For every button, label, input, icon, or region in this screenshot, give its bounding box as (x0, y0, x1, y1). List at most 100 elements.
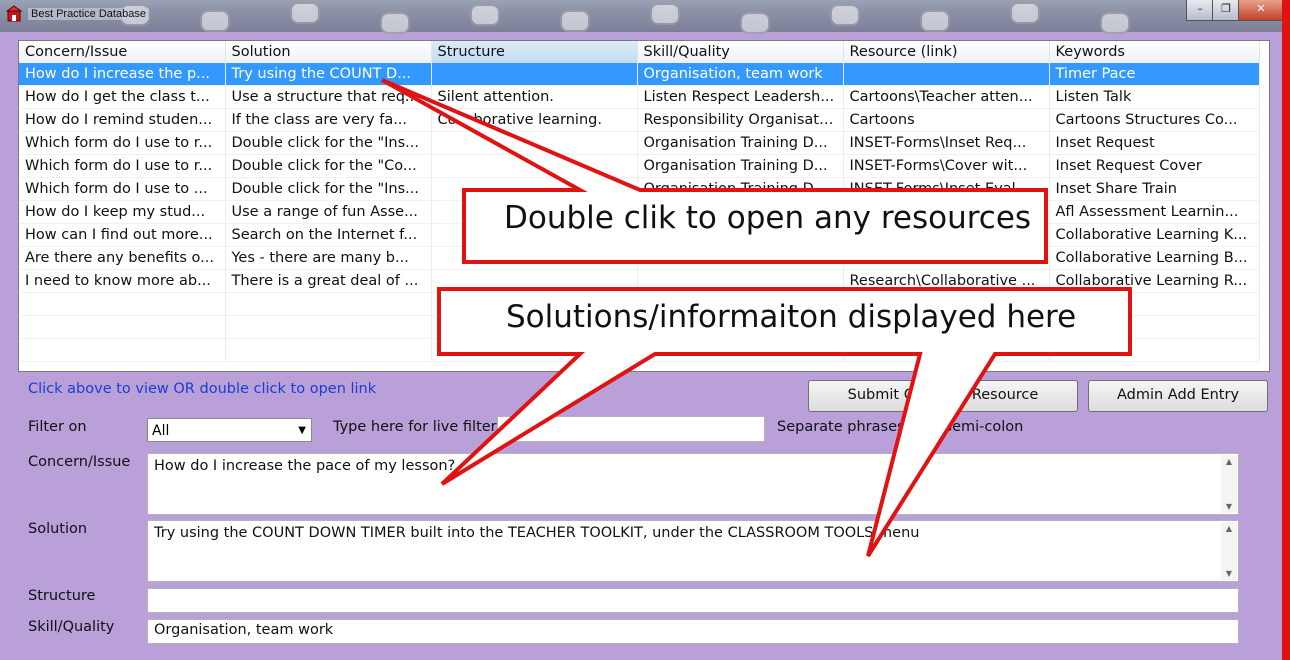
table-cell[interactable]: I need to know more ab... (19, 269, 226, 293)
scroll-up-icon[interactable]: ▲ (1221, 524, 1237, 533)
column-header-keywords[interactable]: Keywords (1049, 41, 1260, 63)
table-cell[interactable] (19, 292, 226, 316)
table-cell[interactable]: Which form do I use to r... (19, 154, 226, 178)
table-row[interactable]: Which form do I use to r... Double click … (19, 131, 1260, 155)
solution-field[interactable]: Try using the COUNT DOWN TIMER built int… (147, 520, 1239, 582)
table-cell[interactable]: Which form do I use to ... (19, 177, 226, 201)
table-cell[interactable]: Are there any benefits o... (19, 246, 226, 270)
scroll-up-icon[interactable]: ▲ (1221, 457, 1237, 466)
table-cell[interactable] (1049, 338, 1260, 362)
table-cell[interactable]: Responsibility Organisati... (637, 108, 844, 132)
structure-field[interactable] (147, 588, 1239, 613)
table-cell[interactable]: Try using the COUNT D... (225, 63, 432, 86)
table-cell[interactable]: INSET-Forms\Cover wit... (843, 154, 1050, 178)
table-cell[interactable]: Double click for the "Co... (225, 154, 432, 178)
submit-query-button[interactable]: Submit Query or Resource (808, 380, 1078, 412)
table-row[interactable]: Which form do I use to r... Double click … (19, 154, 1260, 178)
table-cell[interactable]: Listen Talk (1049, 85, 1260, 109)
concern-scrollbar[interactable]: ▲ ▼ (1221, 455, 1237, 513)
table-cell[interactable] (637, 269, 844, 293)
table-cell[interactable]: Silent attention. (431, 85, 638, 109)
table-cell[interactable]: Collaborative Learning K... (1049, 223, 1260, 247)
table-cell[interactable] (225, 338, 432, 362)
table-cell[interactable] (431, 63, 638, 86)
table-cell[interactable] (431, 154, 638, 178)
close-button[interactable]: ✕ (1238, 0, 1284, 21)
table-cell[interactable]: Collaborative Learning B... (1049, 246, 1260, 270)
table-cell[interactable]: Inset Share Train (1049, 177, 1260, 201)
scroll-down-icon[interactable]: ▼ (1221, 569, 1237, 578)
table-cell[interactable] (225, 292, 432, 316)
table-cell[interactable] (637, 338, 844, 362)
table-row[interactable]: How do I get the class t... Use a structu… (19, 85, 1260, 109)
concern-field[interactable]: How do I increase the pace of my lesson?… (147, 453, 1239, 515)
table-cell[interactable]: Organisation, team work (637, 63, 844, 86)
table-row[interactable]: I need to know more ab... There is a grea… (19, 269, 1260, 293)
column-header-structure[interactable]: Structure (431, 41, 638, 63)
column-header-skill[interactable]: Skill/Quality (637, 41, 844, 63)
table-row[interactable] (19, 338, 1260, 362)
table-cell[interactable]: INSET-Forms\Inset Req... (843, 131, 1050, 155)
table-cell[interactable]: Cartoons Structures Co... (1049, 108, 1260, 132)
table-cell[interactable]: Organisation Training D... (637, 154, 844, 178)
live-filter-input[interactable] (497, 416, 765, 442)
table-cell[interactable] (843, 63, 1050, 86)
table-cell[interactable]: Use a structure that req... (225, 85, 432, 109)
table-cell[interactable]: Research\Collaborative ... (843, 269, 1050, 293)
table-cell[interactable] (431, 177, 638, 201)
filter-select[interactable]: All ▼ (147, 418, 312, 442)
table-cell[interactable]: Collaborative learning. (431, 108, 638, 132)
table-row[interactable]: Which form do I use to ... Double click f… (19, 177, 1260, 201)
skill-field[interactable]: Organisation, team work (147, 619, 1239, 644)
filter-select-value: All (152, 423, 170, 439)
table-cell[interactable]: Yes - there are many b... (225, 246, 432, 270)
table-cell[interactable]: Inset Request (1049, 131, 1260, 155)
table-cell[interactable]: Cartoons (843, 108, 1050, 132)
table-cell[interactable]: How do I remind studen... (19, 108, 226, 132)
table-cell[interactable]: How do I increase the p... (19, 63, 226, 86)
table-cell[interactable] (19, 315, 226, 339)
table-cell[interactable]: Double click for the "Ins... (225, 131, 432, 155)
table-cell[interactable]: Organisation Training D... (637, 177, 844, 201)
grid-header-row: Concern/Issue Solution Structure Skill/Q… (19, 41, 1260, 63)
admin-add-entry-button[interactable]: Admin Add Entry (1088, 380, 1268, 412)
table-cell[interactable] (843, 338, 1050, 362)
table-cell[interactable]: Afl Assessment Learnin... (1049, 200, 1260, 224)
table-row[interactable]: How do I increase the p... Try using the … (19, 63, 1260, 86)
table-cell[interactable] (225, 315, 432, 339)
table-cell[interactable]: INSET-Forms\Inset Eval... (843, 177, 1050, 201)
table-row[interactable]: Are there any benefits o... Yes - there a… (19, 246, 1260, 270)
table-cell[interactable] (431, 338, 638, 362)
table-cell[interactable] (637, 246, 844, 270)
column-header-concern[interactable]: Concern/Issue (19, 41, 226, 63)
table-cell[interactable]: How do I keep my stud... (19, 200, 226, 224)
table-cell[interactable] (843, 246, 1050, 270)
table-cell[interactable] (1049, 315, 1260, 339)
scroll-down-icon[interactable]: ▼ (1221, 502, 1237, 511)
table-cell[interactable]: Search on the Internet f... (225, 223, 432, 247)
table-cell[interactable]: If the class are very fa... (225, 108, 432, 132)
table-cell[interactable]: Organisation Training D... (637, 131, 844, 155)
table-cell[interactable]: Collaborative Learning R... (1049, 269, 1260, 293)
column-header-resource[interactable]: Resource (link) (843, 41, 1050, 63)
minimize-button[interactable]: – (1186, 0, 1214, 21)
table-cell[interactable] (19, 338, 226, 362)
column-header-solution[interactable]: Solution (225, 41, 432, 63)
maximize-button[interactable]: ❐ (1212, 0, 1240, 21)
table-row[interactable]: How do I remind studen... If the class ar… (19, 108, 1260, 132)
table-cell[interactable]: There is a great deal of ... (225, 269, 432, 293)
table-cell[interactable]: Which form do I use to r... (19, 131, 226, 155)
table-cell[interactable]: Listen Respect Leadersh... (637, 85, 844, 109)
table-cell[interactable]: Use a range of fun Asse... (225, 200, 432, 224)
table-cell[interactable] (1049, 292, 1260, 316)
solution-scrollbar[interactable]: ▲ ▼ (1221, 522, 1237, 580)
table-cell[interactable] (431, 131, 638, 155)
table-cell[interactable] (431, 246, 638, 270)
table-cell[interactable]: How can I find out more... (19, 223, 226, 247)
table-cell[interactable]: Timer Pace (1049, 63, 1260, 86)
table-cell[interactable]: How do I get the class t... (19, 85, 226, 109)
table-cell[interactable]: Cartoons\Teacher atten... (843, 85, 1050, 109)
table-cell[interactable] (431, 269, 638, 293)
table-cell[interactable]: Inset Request Cover (1049, 154, 1260, 178)
table-cell[interactable]: Double click for the "Ins... (225, 177, 432, 201)
